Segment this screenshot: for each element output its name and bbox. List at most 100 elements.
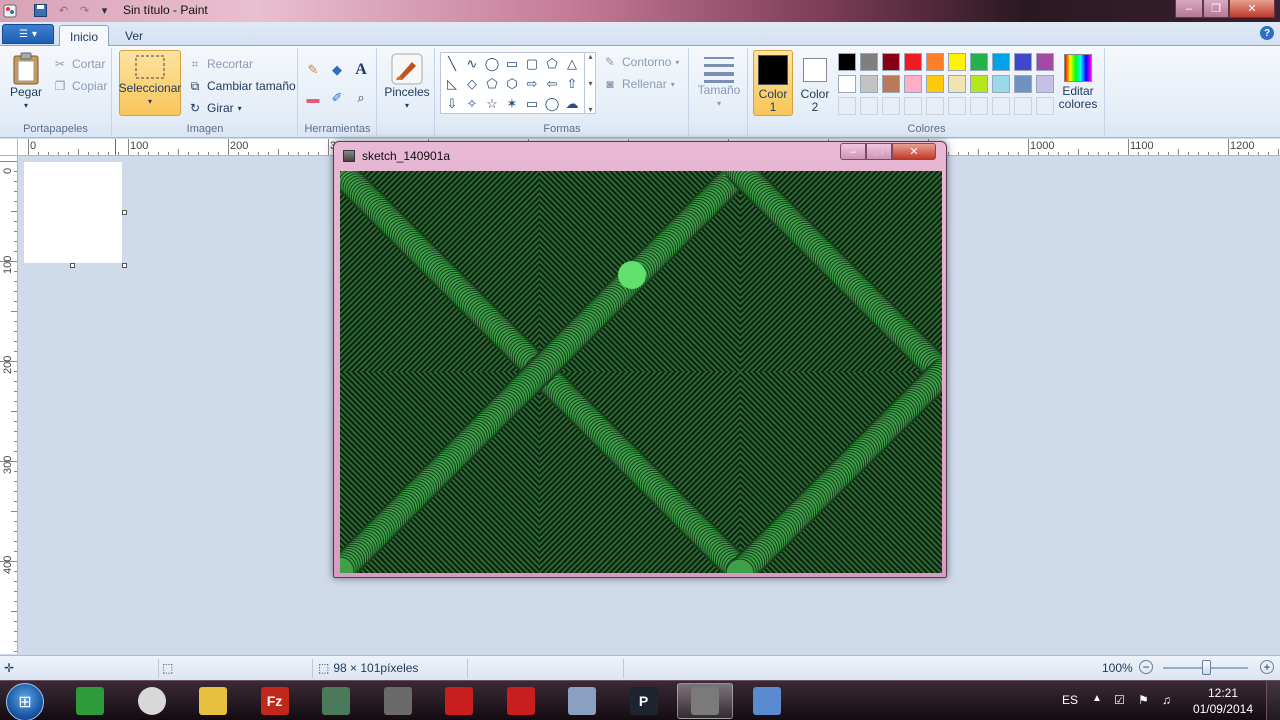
palette-color-swatch[interactable] (882, 75, 900, 93)
redo-icon[interactable]: ↷ (76, 2, 93, 19)
maximize-button[interactable]: ❐ (1203, 0, 1229, 18)
expand-gallery-icon[interactable]: ▾ (588, 105, 592, 114)
palette-empty-swatch[interactable] (882, 97, 900, 115)
palette-color-swatch[interactable] (926, 53, 944, 71)
close-button[interactable]: ✕ (1229, 0, 1275, 18)
edit-colors-button[interactable]: Editar colores (1056, 54, 1100, 111)
taskbar-app-button[interactable] (62, 683, 118, 719)
palette-color-swatch[interactable] (948, 53, 966, 71)
taskbar-app-button[interactable] (124, 683, 180, 719)
polygon-shape-icon[interactable]: ⬠ (543, 55, 561, 73)
select-button[interactable]: Seleccionar ▾ (119, 50, 181, 116)
down-arrow-shape-icon[interactable]: ⇩ (443, 95, 461, 113)
palette-color-swatch[interactable] (904, 75, 922, 93)
text-tool-icon[interactable]: A (351, 60, 371, 80)
palette-empty-swatch[interactable] (904, 97, 922, 115)
tab-inicio[interactable]: Inicio (59, 25, 110, 47)
brushes-button[interactable]: Pinceles ▾ (384, 52, 430, 112)
action-center-icon[interactable]: ⚑ (1138, 693, 1149, 707)
zoom-in-button[interactable]: + (1260, 660, 1274, 674)
color-picker-icon[interactable]: ✐ (327, 88, 347, 108)
palette-color-swatch[interactable] (992, 53, 1010, 71)
taskbar-app-button[interactable] (308, 683, 364, 719)
pentagon-shape-icon[interactable]: ⬠ (483, 75, 501, 93)
minimize-button[interactable]: – (1175, 0, 1203, 18)
palette-empty-swatch[interactable] (838, 97, 856, 115)
clock-time[interactable]: 12:21 (1208, 686, 1238, 700)
palette-color-swatch[interactable] (1036, 53, 1054, 71)
taskbar-app-button[interactable] (185, 683, 241, 719)
resize-handle-right[interactable] (122, 210, 127, 215)
color2-button[interactable]: Color 2 (797, 50, 833, 116)
right-triangle-shape-icon[interactable]: ◺ (443, 75, 461, 93)
sketch-maximize-button[interactable]: ❐ (866, 143, 892, 160)
clock-date[interactable]: 01/09/2014 (1193, 702, 1253, 716)
diamond-shape-icon[interactable]: ◇ (463, 75, 481, 93)
fill-bucket-icon[interactable]: ◆ (327, 60, 347, 80)
outline-button[interactable]: ✎ Contorno ▾ (602, 54, 679, 70)
resize-handle-corner[interactable] (122, 263, 127, 268)
cut-button[interactable]: ✂ Cortar (52, 56, 105, 72)
scroll-down-icon[interactable]: ▾ (588, 79, 592, 88)
customize-quick-access-icon[interactable]: ▾ (96, 2, 113, 19)
help-icon[interactable]: ? (1260, 26, 1274, 40)
paste-button[interactable]: Pegar ▾ (6, 52, 46, 112)
paint-menu-button[interactable]: ☰ ▾ (2, 24, 54, 44)
scroll-up-icon[interactable]: ▴ (588, 52, 592, 61)
crop-button[interactable]: ⌗ Recortar (187, 56, 253, 72)
sketch-close-button[interactable]: ✕ (892, 143, 936, 160)
palette-color-swatch[interactable] (970, 75, 988, 93)
zoom-out-button[interactable]: − (1139, 660, 1153, 674)
size-button[interactable]: Tamaño ▾ (696, 54, 742, 110)
palette-color-swatch[interactable] (970, 53, 988, 71)
zoom-slider-thumb[interactable] (1202, 660, 1211, 675)
line-shape-icon[interactable]: ╲ (443, 55, 461, 73)
magnifier-icon[interactable]: ⌕ (351, 88, 371, 108)
eraser-icon[interactable]: ▬ (303, 88, 323, 108)
copy-button[interactable]: ❐ Copiar (52, 78, 108, 94)
up-arrow-shape-icon[interactable]: ⇧ (563, 75, 581, 93)
taskbar-app-button[interactable] (554, 683, 610, 719)
palette-empty-swatch[interactable] (860, 97, 878, 115)
resize-handle-bottom[interactable] (70, 263, 75, 268)
rotate-button[interactable]: ↻ Girar ▾ (187, 100, 242, 116)
sketch-minimize-button[interactable]: – (840, 143, 866, 160)
palette-empty-swatch[interactable] (1036, 97, 1054, 115)
save-icon[interactable] (32, 2, 49, 19)
tab-ver[interactable]: Ver (115, 25, 153, 47)
curve-shape-icon[interactable]: ∿ (463, 55, 481, 73)
sketch-window[interactable]: sketch_140901a – ❐ ✕ (333, 141, 947, 578)
taskbar-app-button[interactable] (739, 683, 795, 719)
triangle-shape-icon[interactable]: △ (563, 55, 581, 73)
rectangle-shape-icon[interactable]: ▭ (503, 55, 521, 73)
volume-icon[interactable]: ♫ (1162, 693, 1171, 707)
show-desktop-button[interactable] (1266, 681, 1280, 720)
taskbar-app-button[interactable] (493, 683, 549, 719)
palette-color-swatch[interactable] (948, 75, 966, 93)
right-arrow-shape-icon[interactable]: ⇨ (523, 75, 541, 93)
pencil-icon[interactable]: ✎ (303, 60, 323, 80)
network-icon[interactable]: ☑ (1114, 693, 1125, 707)
callout-oval-icon[interactable]: ◯ (543, 95, 561, 113)
left-arrow-shape-icon[interactable]: ⇦ (543, 75, 561, 93)
callout-cloud-icon[interactable]: ☁ (563, 95, 581, 113)
resize-button[interactable]: ⧉ Cambiar tamaño (187, 78, 296, 94)
palette-empty-swatch[interactable] (970, 97, 988, 115)
palette-color-swatch[interactable] (882, 53, 900, 71)
fill-button[interactable]: ◙ Rellenar ▾ (602, 76, 674, 92)
palette-color-swatch[interactable] (1014, 53, 1032, 71)
palette-color-swatch[interactable] (926, 75, 944, 93)
palette-color-swatch[interactable] (904, 53, 922, 71)
taskbar-app-button[interactable]: P (616, 683, 672, 719)
palette-empty-swatch[interactable] (992, 97, 1010, 115)
shapes-scroll[interactable]: ▴ ▾ ▾ (584, 52, 596, 114)
palette-color-swatch[interactable] (838, 53, 856, 71)
undo-icon[interactable]: ↶ (55, 2, 72, 19)
drawing-canvas[interactable] (24, 162, 122, 263)
six-point-star-icon[interactable]: ✶ (503, 95, 521, 113)
taskbar-app-button[interactable] (677, 683, 733, 719)
show-hidden-icons-icon[interactable]: ▲ (1092, 693, 1102, 704)
five-point-star-icon[interactable]: ☆ (483, 95, 501, 113)
callout-rect-icon[interactable]: ▭ (523, 95, 541, 113)
palette-color-swatch[interactable] (992, 75, 1010, 93)
